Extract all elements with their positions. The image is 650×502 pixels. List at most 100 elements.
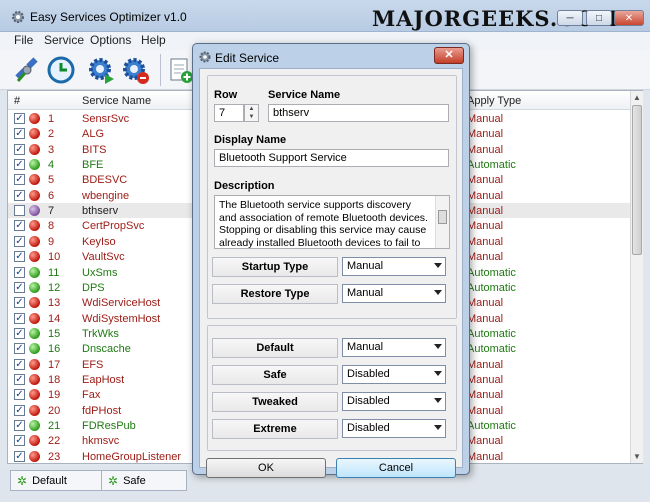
dialog-title: Edit Service (215, 51, 280, 65)
row-checkbox[interactable]: ✓ (14, 189, 25, 201)
gear-icon (199, 51, 211, 63)
menu-help[interactable]: Help (141, 33, 166, 47)
restore-type-value: Manual (347, 287, 384, 299)
row-number: 14 (48, 312, 61, 325)
chevron-down-icon (434, 344, 442, 349)
row-checkbox[interactable]: ✓ (14, 312, 25, 324)
apply-type-cell: Automatic (467, 420, 516, 432)
apply-type-cell: Automatic (467, 266, 516, 279)
status-dot-icon (29, 220, 40, 232)
column-header-apply-type[interactable]: Apply Type (467, 95, 521, 107)
row-checkbox[interactable]: ✓ (14, 373, 25, 385)
row-checkbox[interactable]: ✓ (14, 266, 25, 278)
service-name-cell: bthserv (82, 205, 119, 218)
dialog-close-button[interactable]: ✕ (434, 47, 464, 64)
gear-icon (12, 11, 24, 23)
row-checkbox[interactable]: ✓ (14, 281, 25, 293)
apply-type-cell: Manual (467, 435, 504, 448)
service-name-cell: BDESVC (82, 174, 128, 187)
gear-play-icon[interactable] (86, 55, 116, 85)
extreme-profile-select[interactable]: Disabled (342, 419, 446, 438)
apply-type-cell: Manual (467, 450, 504, 463)
row-spinner[interactable]: ▲ ▼ (244, 104, 259, 122)
row-checkbox[interactable]: ✓ (14, 450, 25, 462)
row-checkbox[interactable]: ✓ (14, 174, 25, 186)
apply-type-cell: Manual (467, 205, 504, 218)
service-name-input[interactable]: bthserv (268, 104, 449, 122)
row-checkbox[interactable] (14, 205, 25, 217)
column-header-number[interactable]: # (14, 95, 20, 107)
row-checkbox[interactable]: ✓ (14, 404, 25, 416)
row-checkbox[interactable]: ✓ (14, 251, 25, 263)
tab-default[interactable]: ✲ Default (10, 470, 102, 491)
row-checkbox[interactable]: ✓ (14, 220, 25, 232)
window-title: Easy Services Optimizer v1.0 (30, 10, 187, 24)
row-number: 16 (48, 343, 61, 356)
menu-options[interactable]: Options (90, 33, 131, 47)
service-name-cell: Dnscache (82, 343, 131, 356)
menu-file[interactable]: File (14, 33, 33, 47)
scroll-thumb[interactable] (632, 105, 642, 255)
row-checkbox[interactable]: ✓ (14, 159, 25, 171)
menu-service[interactable]: Service (44, 33, 84, 47)
row-checkbox[interactable]: ✓ (14, 113, 25, 124)
maximize-button[interactable]: □ (586, 10, 612, 26)
status-dot-icon (29, 159, 40, 171)
description-textarea[interactable]: The Bluetooth service supports discovery… (214, 195, 450, 249)
display-name-input[interactable]: Bluetooth Support Service (214, 149, 449, 167)
row-checkbox[interactable]: ✓ (14, 420, 25, 431)
toolbar-separator (160, 54, 161, 86)
service-name-cell: KeyIso (82, 235, 116, 248)
minimize-button[interactable]: ─ (557, 10, 583, 26)
vertical-scrollbar[interactable]: ▲ ▼ (630, 91, 643, 463)
service-name-cell: TrkWks (82, 327, 119, 340)
apply-type-cell: Manual (467, 297, 504, 310)
status-dot-icon (29, 420, 40, 431)
row-checkbox[interactable]: ✓ (14, 327, 25, 339)
service-name-label: Service Name (268, 89, 341, 101)
row-checkbox[interactable]: ✓ (14, 358, 25, 370)
service-name-cell: ALG (82, 128, 105, 141)
safe-profile-value: Disabled (347, 368, 390, 380)
status-dot-icon (29, 128, 40, 140)
apply-type-cell: Manual (467, 251, 504, 264)
row-checkbox[interactable]: ✓ (14, 297, 25, 309)
add-document-icon[interactable] (165, 55, 195, 85)
ok-button[interactable]: OK (206, 458, 326, 478)
extreme-profile-value: Disabled (347, 422, 390, 434)
row-checkbox[interactable]: ✓ (14, 128, 25, 140)
safe-profile-select[interactable]: Disabled (342, 365, 446, 384)
row-checkbox[interactable]: ✓ (14, 343, 25, 355)
restore-type-select[interactable]: Manual (342, 284, 446, 303)
description-scroll-thumb[interactable] (438, 210, 447, 224)
close-button[interactable]: ✕ (614, 10, 644, 26)
default-profile-value: Manual (347, 341, 384, 353)
scroll-up-icon[interactable]: ▲ (631, 91, 643, 104)
default-profile-select[interactable]: Manual (342, 338, 446, 357)
row-number: 3 (48, 143, 55, 156)
row-checkbox[interactable]: ✓ (14, 389, 25, 401)
status-dot-icon (29, 312, 40, 324)
row-checkbox[interactable]: ✓ (14, 435, 25, 447)
apply-type-cell: Manual (467, 312, 504, 325)
satellite-icon[interactable] (12, 55, 42, 85)
cancel-button[interactable]: Cancel (336, 458, 456, 478)
row-label: Row (214, 89, 238, 101)
status-dot-icon (29, 113, 40, 124)
gear-stop-icon[interactable] (120, 55, 150, 85)
row-number: 20 (48, 404, 61, 417)
chevron-down-icon (434, 425, 442, 430)
column-header-service-name[interactable]: Service Name (82, 95, 151, 107)
tweaked-profile-select[interactable]: Disabled (342, 392, 446, 411)
row-number: 18 (48, 373, 61, 386)
row-number: 15 (48, 327, 61, 340)
startup-type-select[interactable]: Manual (342, 257, 446, 276)
scroll-down-icon[interactable]: ▼ (631, 450, 643, 463)
row-checkbox[interactable]: ✓ (14, 235, 25, 247)
description-scrollbar[interactable] (435, 196, 449, 248)
tab-safe[interactable]: ✲ Safe (101, 470, 187, 491)
description-label: Description (214, 180, 275, 192)
refresh-clock-icon[interactable] (46, 55, 76, 85)
row-checkbox[interactable]: ✓ (14, 143, 25, 155)
row-input[interactable]: 7 (214, 104, 244, 122)
